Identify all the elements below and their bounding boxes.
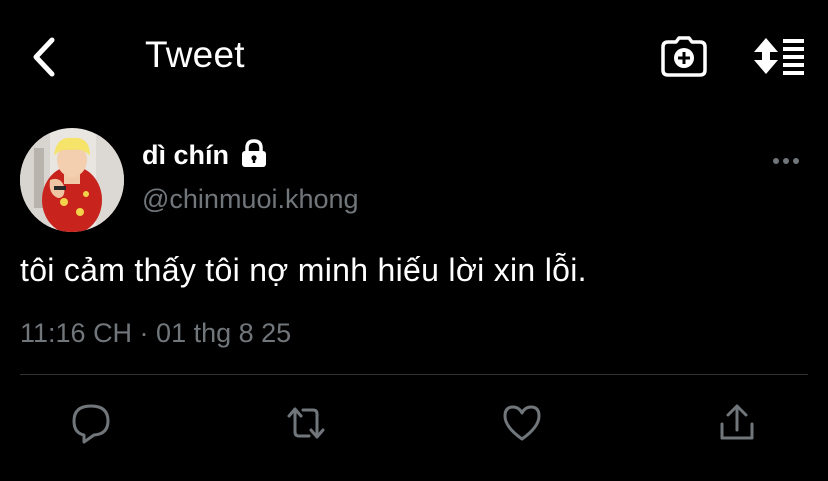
tweet-text: tôi cảm thấy tôi nợ minh hiếu lời xin lỗ… bbox=[20, 252, 587, 288]
avatar[interactable] bbox=[20, 128, 124, 232]
tweet-timestamp[interactable]: 11:16 CH · 01 thg 8 25 bbox=[20, 318, 291, 349]
camera-button[interactable] bbox=[660, 34, 708, 78]
reply-button[interactable] bbox=[70, 402, 112, 444]
user-handle[interactable]: @chinmuoi.khong bbox=[142, 184, 359, 215]
share-icon bbox=[720, 404, 754, 440]
lock-icon bbox=[240, 139, 268, 169]
more-options-button[interactable] bbox=[770, 152, 802, 170]
page-title: Tweet bbox=[145, 34, 245, 75]
retweet-button[interactable] bbox=[285, 402, 327, 444]
sort-list-icon bbox=[754, 38, 804, 75]
share-button[interactable] bbox=[716, 402, 758, 444]
top-bar: Tweet bbox=[0, 0, 828, 112]
display-name[interactable]: dì chín bbox=[142, 140, 229, 171]
sort-button[interactable] bbox=[752, 36, 806, 76]
camera-add-icon bbox=[661, 36, 707, 77]
more-icon bbox=[773, 158, 799, 164]
reply-icon bbox=[72, 404, 110, 444]
chevron-left-icon bbox=[33, 37, 55, 77]
retweet-icon bbox=[287, 407, 325, 439]
like-button[interactable] bbox=[501, 402, 543, 444]
back-button[interactable] bbox=[28, 34, 64, 80]
heart-icon bbox=[503, 405, 541, 441]
divider bbox=[20, 374, 808, 375]
